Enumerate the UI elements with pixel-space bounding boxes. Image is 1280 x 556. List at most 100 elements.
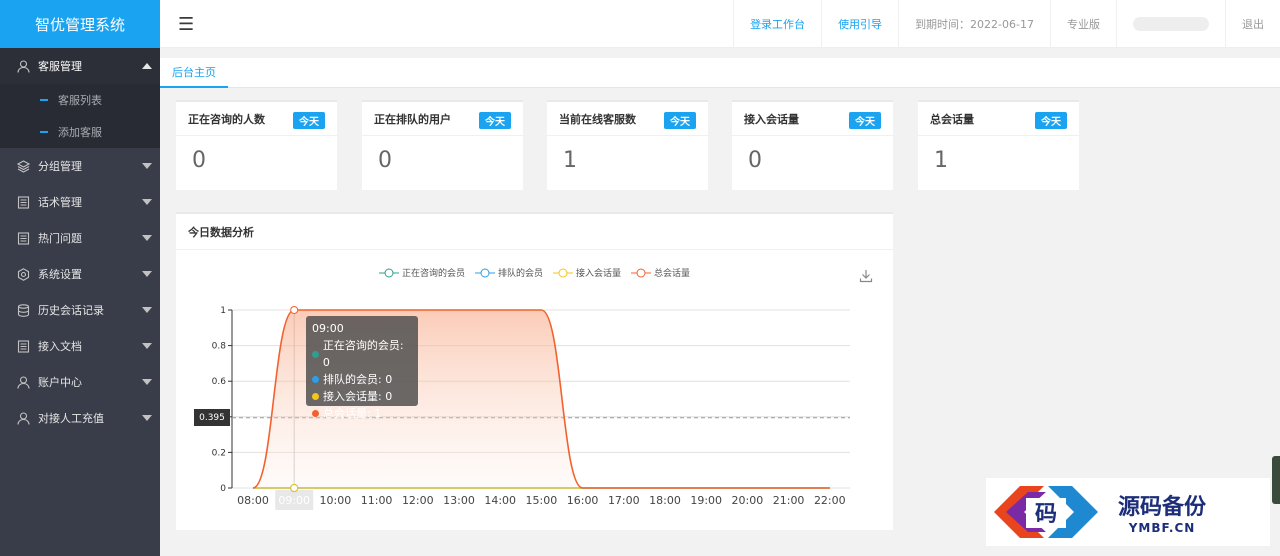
user-icon xyxy=(16,411,30,425)
card-badge: 今天 xyxy=(293,112,325,129)
chevron-down-icon xyxy=(142,415,152,421)
legend-item[interactable]: 接入会话量 xyxy=(553,266,621,279)
chevron-down-icon xyxy=(142,271,152,277)
stat-card: 总会话量 今天 1 xyxy=(918,100,1079,190)
tooltip-row: 总会话量: 1 xyxy=(312,405,412,422)
usage-guide-link[interactable]: 使用引导 xyxy=(821,0,898,48)
sidebar-item-label: 历史会话记录 xyxy=(38,304,104,317)
sidebar-item-1[interactable]: 分组管理 xyxy=(0,148,160,184)
series-dot-icon xyxy=(312,393,319,400)
layers-icon xyxy=(16,159,30,173)
legend-marker-icon xyxy=(553,268,573,277)
sidebar-item-label: 系统设置 xyxy=(38,268,82,281)
gear-icon xyxy=(16,267,30,281)
avatar xyxy=(1133,17,1209,31)
sidebar-item-label: 接入文档 xyxy=(38,340,82,353)
series-dot-icon xyxy=(312,410,319,417)
sidebar-item-6[interactable]: 接入文档 xyxy=(0,328,160,364)
chevron-down-icon xyxy=(142,199,152,205)
legend-item[interactable]: 排队的会员 xyxy=(474,266,543,279)
sidebar-subitem-1[interactable]: 添加客服 xyxy=(0,116,160,148)
sidebar-item-7[interactable]: 账户中心 xyxy=(0,364,160,400)
chevron-up-icon xyxy=(142,63,152,69)
tooltip-row-label: 正在咨询的会员: 0 xyxy=(322,339,404,369)
chevron-down-icon xyxy=(142,343,152,349)
tooltip-row-label: 接入会话量: 0 xyxy=(323,390,393,403)
tooltip-title: 09:00 xyxy=(312,322,344,335)
card-badge: 今天 xyxy=(1035,112,1067,129)
watermark-subtitle: YMBF.CN xyxy=(1128,521,1196,535)
chart-panel: 今日数据分析 正在咨询的会员 排队的会员 接入会话量 总会话量 xyxy=(176,212,893,530)
stat-card: 当前在线客服数 今天 1 xyxy=(547,100,708,190)
sidebar-item-label: 账户中心 xyxy=(38,376,82,389)
legend-label: 接入会话量 xyxy=(576,269,622,279)
expire-date-text: 到期时间：2022-06-17 xyxy=(898,0,1050,48)
legend-item[interactable]: 正在咨询的会员 xyxy=(378,266,465,279)
sidebar-item-label: 客服管理 xyxy=(38,60,82,73)
watermark-glyph: 码 xyxy=(1035,501,1057,527)
card-badge: 今天 xyxy=(479,112,511,129)
tooltip-row: 正在咨询的会员: 0 xyxy=(312,337,412,371)
sidebar-item-0[interactable]: 客服管理 xyxy=(0,48,160,84)
series-dot-icon xyxy=(312,350,319,358)
sidebar-item-label: 对接人工充值 xyxy=(38,412,104,425)
chart-title: 今日数据分析 xyxy=(176,214,893,250)
login-workbench-link[interactable]: 登录工作台 xyxy=(733,0,821,48)
chevron-down-icon xyxy=(142,307,152,313)
app-logo[interactable]: 智优管理系统 xyxy=(0,0,160,48)
header-nav: 登录工作台 使用引导 到期时间：2022-06-17 专业版 退出 xyxy=(733,0,1280,48)
tab-home[interactable]: 后台主页 xyxy=(160,58,228,88)
card-value: 1 xyxy=(563,148,577,173)
chevron-down-icon xyxy=(142,235,152,241)
sidebar-subitem-label: 客服列表 xyxy=(58,94,102,107)
sidebar-item-4[interactable]: 系统设置 xyxy=(0,256,160,292)
sidebar: 智优管理系统 客服管理客服列表添加客服分组管理话术管理热门问题系统设置历史会话记… xyxy=(0,0,160,556)
user-menu[interactable] xyxy=(1116,0,1225,48)
sidebar-subitem-label: 添加客服 xyxy=(58,126,102,139)
sidebar-item-label: 热门问题 xyxy=(38,232,82,245)
legend-marker-icon xyxy=(474,268,495,277)
tooltip-row-label: 总会话量: 1 xyxy=(323,407,382,420)
card-badge: 今天 xyxy=(849,112,881,129)
user-icon xyxy=(16,375,30,389)
top-header: ☰ 登录工作台 使用引导 到期时间：2022-06-17 专业版 退出 xyxy=(160,0,1280,48)
series-dot-icon xyxy=(312,376,319,383)
sidebar-submenu: 客服列表 添加客服 xyxy=(0,84,160,148)
legend-label: 总会话量 xyxy=(654,269,691,279)
chevron-down-icon xyxy=(142,379,152,385)
chart-legend: 正在咨询的会员 排队的会员 接入会话量 总会话量 xyxy=(176,266,893,279)
side-scroll-widget[interactable] xyxy=(1272,456,1280,504)
download-icon[interactable] xyxy=(859,269,873,286)
crosshair-y-label: 0.395 xyxy=(194,409,230,426)
tooltip-row-label: 排队的会员: 0 xyxy=(323,373,393,386)
sidebar-item-2[interactable]: 话术管理 xyxy=(0,184,160,220)
stat-card: 正在咨询的人数 今天 0 xyxy=(176,100,337,190)
menu-toggle-icon[interactable]: ☰ xyxy=(178,14,194,35)
sidebar-menu: 客服管理客服列表添加客服分组管理话术管理热门问题系统设置历史会话记录 接入文档账户… xyxy=(0,48,160,436)
sidebar-item-3[interactable]: 热门问题 xyxy=(0,220,160,256)
legend-item[interactable]: 总会话量 xyxy=(631,266,690,279)
edition-badge: 专业版 xyxy=(1050,0,1116,48)
card-value: 1 xyxy=(934,148,948,173)
watermark-title: 源码备份 xyxy=(1118,494,1207,520)
chart-tooltip: 09:00 正在咨询的会员: 0 排队的会员: 0 接入会话量: 0 总会话量: 1 xyxy=(306,316,418,420)
watermark-emblem: 码 xyxy=(994,486,1098,538)
database-icon xyxy=(16,303,30,317)
sidebar-item-label: 话术管理 xyxy=(38,196,82,209)
sidebar-item-label: 分组管理 xyxy=(38,160,82,173)
user-icon xyxy=(16,59,30,73)
logout-link[interactable]: 退出 xyxy=(1225,0,1280,48)
sidebar-subitem-0[interactable]: 客服列表 xyxy=(0,84,160,116)
legend-label: 正在咨询的会员 xyxy=(401,269,465,279)
card-value: 0 xyxy=(192,148,206,173)
stat-card: 接入会话量 今天 0 xyxy=(732,100,893,190)
sidebar-item-8[interactable]: 对接人工充值 xyxy=(0,400,160,436)
legend-label: 排队的会员 xyxy=(497,269,543,279)
chevron-down-icon xyxy=(142,163,152,169)
document-icon xyxy=(16,231,30,245)
tab-bar: 后台主页 xyxy=(160,58,1280,88)
watermark-logo: 码 源码备份 YMBF.CN xyxy=(986,478,1270,546)
tooltip-row: 排队的会员: 0 xyxy=(312,371,412,388)
sidebar-item-5[interactable]: 历史会话记录 xyxy=(0,292,160,328)
card-badge: 今天 xyxy=(664,112,696,129)
